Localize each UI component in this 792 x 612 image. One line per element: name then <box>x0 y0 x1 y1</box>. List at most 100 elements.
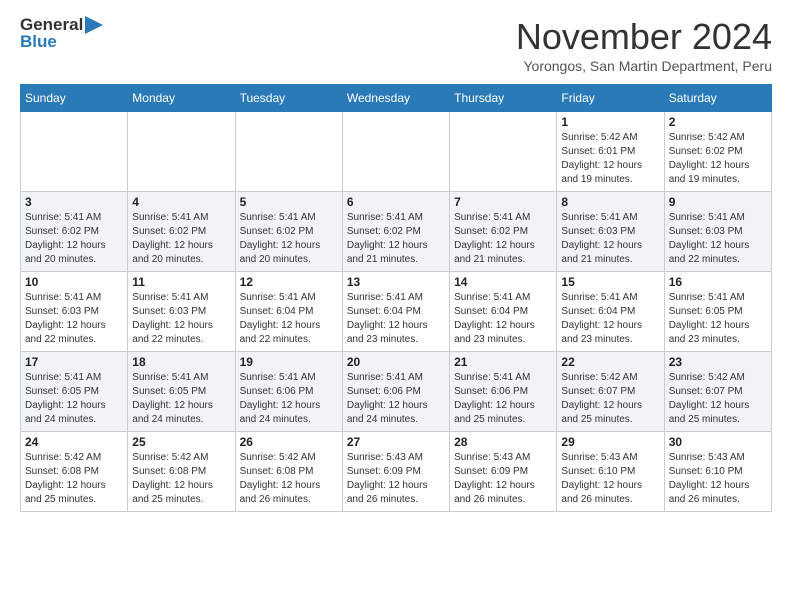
day-info: Sunrise: 5:41 AM Sunset: 6:02 PM Dayligh… <box>240 211 338 267</box>
calendar-cell <box>21 112 128 192</box>
calendar-cell: 12 Sunrise: 5:41 AM Sunset: 6:04 PM Dayli… <box>235 272 342 352</box>
calendar-cell: 14 Sunrise: 5:41 AM Sunset: 6:04 PM Dayli… <box>450 272 557 352</box>
day-number: 25 <box>132 435 230 449</box>
calendar-cell: 5 Sunrise: 5:41 AM Sunset: 6:02 PM Daylig… <box>235 192 342 272</box>
calendar-cell: 4Sunrise: 5:41 AM Sunset: 6:02 PM Daylig… <box>128 192 235 272</box>
weekday-header: Tuesday <box>235 85 342 112</box>
day-info: Sunrise: 5:41 AM Sunset: 6:03 PM Dayligh… <box>132 291 230 347</box>
day-info: Sunrise: 5:41 AM Sunset: 6:04 PM Dayligh… <box>561 291 659 347</box>
day-number: 27 <box>347 435 445 449</box>
calendar-cell <box>235 112 342 192</box>
logo: General Blue <box>20 16 103 51</box>
day-info: Sunrise: 5:42 AM Sunset: 6:02 PM Dayligh… <box>669 131 767 187</box>
day-number: 22 <box>561 355 659 369</box>
day-info: Sunrise: 5:43 AM Sunset: 6:10 PM Dayligh… <box>561 451 659 507</box>
day-number: 18 <box>132 355 230 369</box>
calendar-cell: 23Sunrise: 5:42 AM Sunset: 6:07 PM Dayli… <box>664 352 771 432</box>
day-number: 5 <box>240 195 338 209</box>
day-info: Sunrise: 5:41 AM Sunset: 6:02 PM Dayligh… <box>454 211 552 267</box>
location-subtitle: Yorongos, San Martin Department, Peru <box>516 58 772 74</box>
weekday-header-row: SundayMondayTuesdayWednesdayThursdayFrid… <box>21 85 772 112</box>
calendar-week-row: 3 Sunrise: 5:41 AM Sunset: 6:02 PM Daylig… <box>21 192 772 272</box>
day-info: Sunrise: 5:43 AM Sunset: 6:09 PM Dayligh… <box>347 451 445 507</box>
day-info: Sunrise: 5:41 AM Sunset: 6:03 PM Dayligh… <box>561 211 659 267</box>
calendar-cell: 13Sunrise: 5:41 AM Sunset: 6:04 PM Dayli… <box>342 272 449 352</box>
weekday-header: Saturday <box>664 85 771 112</box>
day-info: Sunrise: 5:41 AM Sunset: 6:06 PM Dayligh… <box>240 371 338 427</box>
calendar-cell: 21 Sunrise: 5:41 AM Sunset: 6:06 PM Dayli… <box>450 352 557 432</box>
calendar-cell: 30 Sunrise: 5:43 AM Sunset: 6:10 PM Dayli… <box>664 432 771 512</box>
calendar-cell <box>128 112 235 192</box>
calendar-cell: 2 Sunrise: 5:42 AM Sunset: 6:02 PM Daylig… <box>664 112 771 192</box>
weekday-header: Friday <box>557 85 664 112</box>
weekday-header: Wednesday <box>342 85 449 112</box>
day-info: Sunrise: 5:41 AM Sunset: 6:06 PM Dayligh… <box>347 371 445 427</box>
day-number: 3 <box>25 195 123 209</box>
calendar-week-row: 1 Sunrise: 5:42 AM Sunset: 6:01 PM Daylig… <box>21 112 772 192</box>
day-info: Sunrise: 5:42 AM Sunset: 6:01 PM Dayligh… <box>561 131 659 187</box>
day-number: 11 <box>132 275 230 289</box>
calendar-cell <box>342 112 449 192</box>
day-number: 9 <box>669 195 767 209</box>
day-number: 24 <box>25 435 123 449</box>
calendar-cell: 28 Sunrise: 5:43 AM Sunset: 6:09 PM Dayli… <box>450 432 557 512</box>
day-number: 29 <box>561 435 659 449</box>
day-number: 21 <box>454 355 552 369</box>
day-info: Sunrise: 5:42 AM Sunset: 6:08 PM Dayligh… <box>25 451 123 507</box>
calendar-cell: 26 Sunrise: 5:42 AM Sunset: 6:08 PM Dayli… <box>235 432 342 512</box>
day-info: Sunrise: 5:43 AM Sunset: 6:10 PM Dayligh… <box>669 451 767 507</box>
day-number: 13 <box>347 275 445 289</box>
calendar-cell: 1 Sunrise: 5:42 AM Sunset: 6:01 PM Daylig… <box>557 112 664 192</box>
calendar-cell: 27 Sunrise: 5:43 AM Sunset: 6:09 PM Dayli… <box>342 432 449 512</box>
calendar-week-row: 17 Sunrise: 5:41 AM Sunset: 6:05 PM Dayli… <box>21 352 772 432</box>
day-number: 12 <box>240 275 338 289</box>
month-title: November 2024 <box>516 16 772 58</box>
calendar-week-row: 10 Sunrise: 5:41 AM Sunset: 6:03 PM Dayli… <box>21 272 772 352</box>
logo-arrow-icon <box>85 16 103 34</box>
day-number: 16 <box>669 275 767 289</box>
day-info: Sunrise: 5:41 AM Sunset: 6:05 PM Dayligh… <box>132 371 230 427</box>
calendar-cell: 20 Sunrise: 5:41 AM Sunset: 6:06 PM Dayli… <box>342 352 449 432</box>
day-info: Sunrise: 5:42 AM Sunset: 6:08 PM Dayligh… <box>240 451 338 507</box>
day-info: Sunrise: 5:41 AM Sunset: 6:02 PM Dayligh… <box>132 211 230 267</box>
day-info: Sunrise: 5:41 AM Sunset: 6:06 PM Dayligh… <box>454 371 552 427</box>
calendar-cell: 29 Sunrise: 5:43 AM Sunset: 6:10 PM Dayli… <box>557 432 664 512</box>
day-number: 30 <box>669 435 767 449</box>
logo-block: General Blue <box>20 16 103 51</box>
weekday-header: Sunday <box>21 85 128 112</box>
day-number: 6 <box>347 195 445 209</box>
day-number: 14 <box>454 275 552 289</box>
day-info: Sunrise: 5:41 AM Sunset: 6:05 PM Dayligh… <box>25 371 123 427</box>
day-number: 7 <box>454 195 552 209</box>
day-number: 15 <box>561 275 659 289</box>
day-number: 1 <box>561 115 659 129</box>
day-number: 20 <box>347 355 445 369</box>
day-number: 19 <box>240 355 338 369</box>
day-number: 28 <box>454 435 552 449</box>
calendar-cell: 9Sunrise: 5:41 AM Sunset: 6:03 PM Daylig… <box>664 192 771 272</box>
day-number: 10 <box>25 275 123 289</box>
day-info: Sunrise: 5:42 AM Sunset: 6:07 PM Dayligh… <box>561 371 659 427</box>
calendar-cell: 11 Sunrise: 5:41 AM Sunset: 6:03 PM Dayli… <box>128 272 235 352</box>
calendar-cell: 18 Sunrise: 5:41 AM Sunset: 6:05 PM Dayli… <box>128 352 235 432</box>
day-info: Sunrise: 5:41 AM Sunset: 6:05 PM Dayligh… <box>669 291 767 347</box>
day-number: 17 <box>25 355 123 369</box>
weekday-header: Thursday <box>450 85 557 112</box>
calendar-cell: 25Sunrise: 5:42 AM Sunset: 6:08 PM Dayli… <box>128 432 235 512</box>
day-number: 26 <box>240 435 338 449</box>
calendar-cell: 16 Sunrise: 5:41 AM Sunset: 6:05 PM Dayli… <box>664 272 771 352</box>
calendar-cell: 8 Sunrise: 5:41 AM Sunset: 6:03 PM Daylig… <box>557 192 664 272</box>
day-info: Sunrise: 5:43 AM Sunset: 6:09 PM Dayligh… <box>454 451 552 507</box>
day-number: 8 <box>561 195 659 209</box>
weekday-header: Monday <box>128 85 235 112</box>
calendar-cell: 17 Sunrise: 5:41 AM Sunset: 6:05 PM Dayli… <box>21 352 128 432</box>
calendar-week-row: 24 Sunrise: 5:42 AM Sunset: 6:08 PM Dayli… <box>21 432 772 512</box>
calendar-cell: 7 Sunrise: 5:41 AM Sunset: 6:02 PM Daylig… <box>450 192 557 272</box>
day-number: 2 <box>669 115 767 129</box>
calendar-cell: 19 Sunrise: 5:41 AM Sunset: 6:06 PM Dayli… <box>235 352 342 432</box>
title-area: November 2024 Yorongos, San Martin Depar… <box>516 16 772 74</box>
day-info: Sunrise: 5:41 AM Sunset: 6:02 PM Dayligh… <box>347 211 445 267</box>
day-info: Sunrise: 5:41 AM Sunset: 6:04 PM Dayligh… <box>240 291 338 347</box>
calendar-cell: 15 Sunrise: 5:41 AM Sunset: 6:04 PM Dayli… <box>557 272 664 352</box>
day-info: Sunrise: 5:41 AM Sunset: 6:04 PM Dayligh… <box>454 291 552 347</box>
